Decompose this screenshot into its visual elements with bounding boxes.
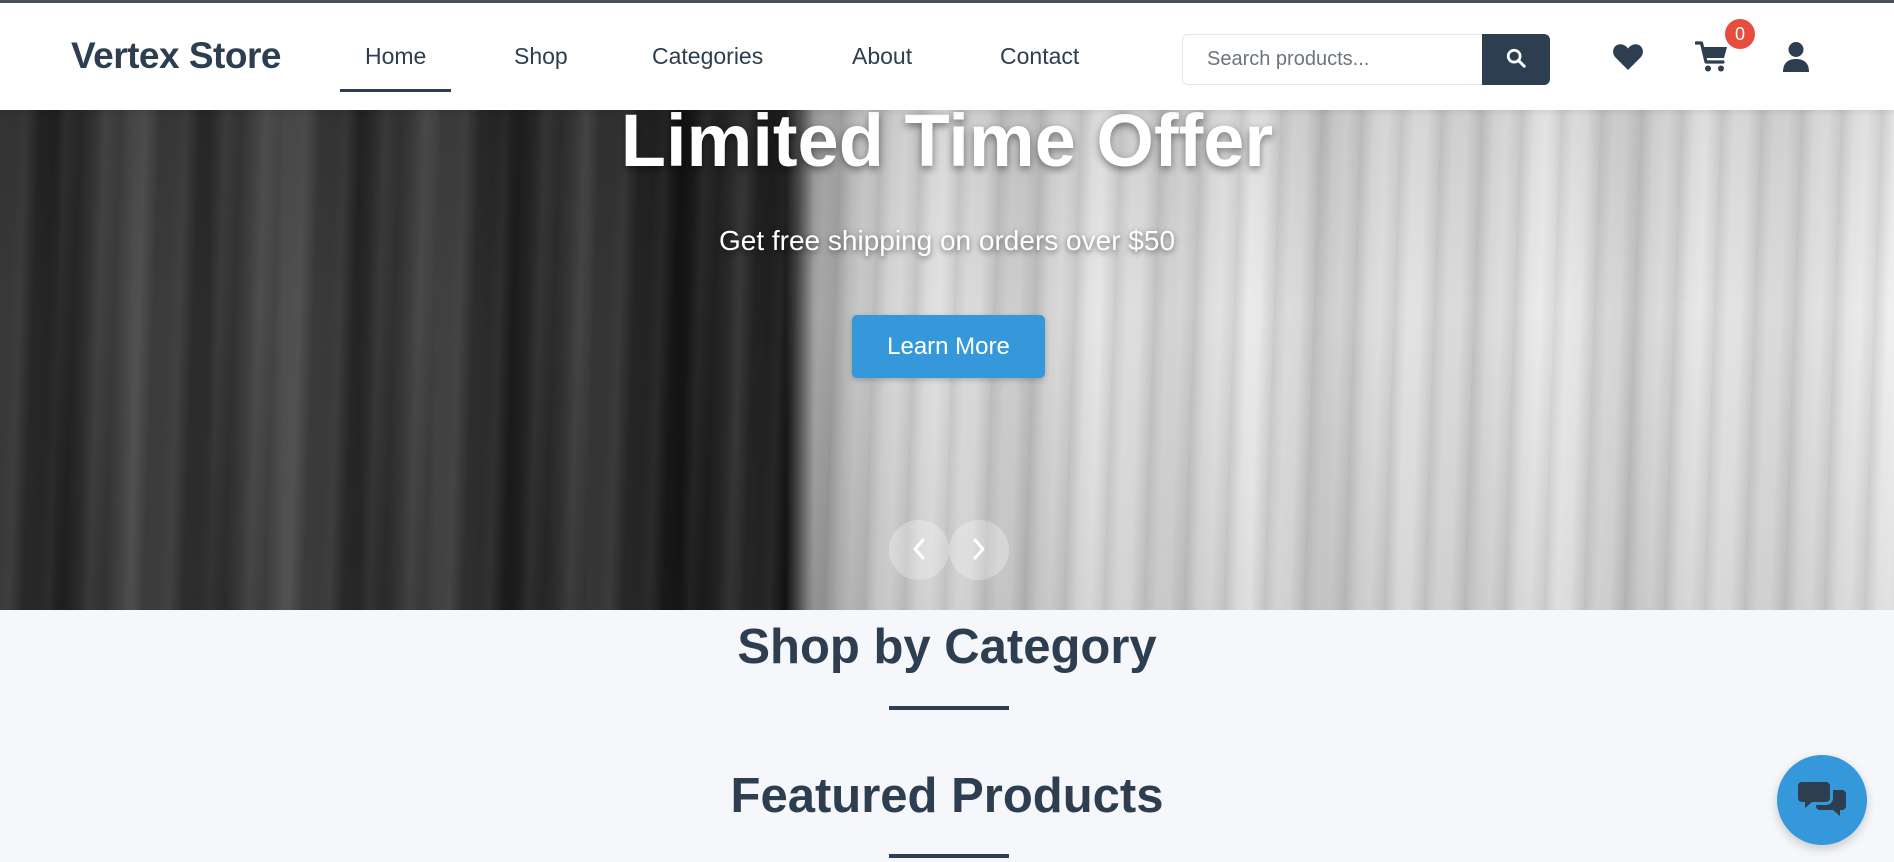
carousel-prev-button[interactable] xyxy=(889,520,949,580)
chat-button[interactable] xyxy=(1777,755,1867,845)
learn-more-button[interactable]: Learn More xyxy=(852,315,1045,378)
wishlist-button[interactable] xyxy=(1606,37,1650,81)
search-input[interactable] xyxy=(1183,35,1483,84)
search-icon xyxy=(1505,47,1527,72)
hero-subtitle: Get free shipping on orders over $50 xyxy=(718,225,1176,256)
chevron-right-icon xyxy=(970,537,988,564)
section-divider xyxy=(889,854,1009,858)
page: Vertex Store Home Shop Categories About … xyxy=(0,0,1894,862)
nav-about[interactable]: About xyxy=(852,43,912,70)
nav-home[interactable]: Home xyxy=(339,43,452,92)
cart-button[interactable] xyxy=(1690,37,1734,81)
user-icon xyxy=(1782,41,1810,78)
cart-count-badge: 0 xyxy=(1725,19,1755,49)
chat-bubbles-icon xyxy=(1798,778,1846,823)
carousel-next-button[interactable] xyxy=(949,520,1009,580)
cart-icon xyxy=(1694,40,1729,78)
section-divider xyxy=(889,706,1009,710)
account-button[interactable] xyxy=(1774,37,1818,81)
shop-by-category-heading: Shop by Category xyxy=(737,620,1157,674)
heart-icon xyxy=(1612,43,1644,76)
chevron-left-icon xyxy=(910,537,928,564)
nav-categories[interactable]: Categories xyxy=(652,43,763,70)
hero-carousel: Limited Time Offer Get free shipping on … xyxy=(0,110,1894,610)
store-logo[interactable]: Vertex Store xyxy=(71,35,281,77)
nav-contact[interactable]: Contact xyxy=(1000,43,1079,70)
search-button[interactable] xyxy=(1482,34,1550,85)
featured-products-heading: Featured Products xyxy=(730,769,1164,823)
nav-shop[interactable]: Shop xyxy=(514,43,568,70)
hero-title: Limited Time Offer xyxy=(620,110,1274,182)
site-header: Vertex Store Home Shop Categories About … xyxy=(0,0,1894,110)
